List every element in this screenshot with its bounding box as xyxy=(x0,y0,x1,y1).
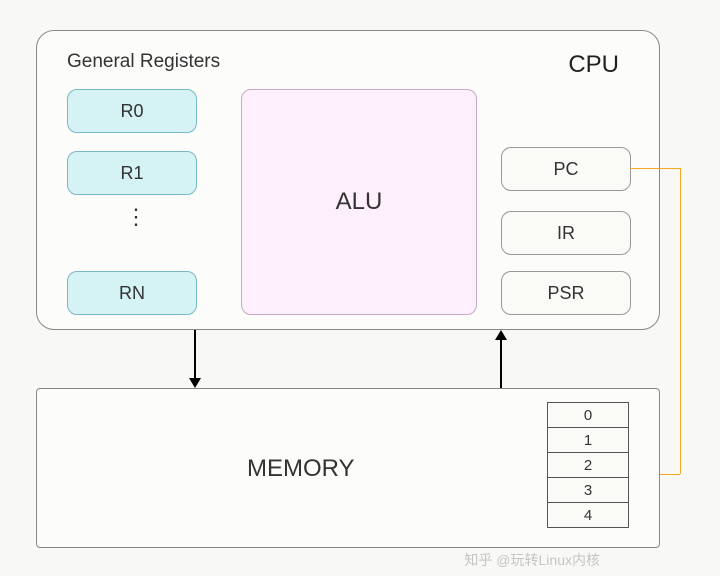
memory-cell: 2 xyxy=(547,452,629,478)
arrow-memory-to-cpu xyxy=(500,338,502,388)
psr-register: PSR xyxy=(501,271,631,315)
memory-cell: 0 xyxy=(547,402,629,428)
watermark-text: 知乎 @玩转Linux内核 xyxy=(464,550,600,570)
memory-cell: 1 xyxy=(547,427,629,453)
memory-cells-table: 0 1 2 3 4 xyxy=(547,403,629,528)
alu-block: ALU xyxy=(241,89,477,315)
cpu-container: General Registers CPU R0 R1 ⋮ RN ALU PC … xyxy=(36,30,660,330)
register-rn: RN xyxy=(67,271,197,315)
arrow-up-head-icon xyxy=(495,330,507,340)
register-r1: R1 xyxy=(67,151,197,195)
pc-pointer-line-h1 xyxy=(630,168,680,169)
memory-label: MEMORY xyxy=(247,455,355,483)
ir-register: IR xyxy=(501,211,631,255)
memory-cell: 4 xyxy=(547,502,629,528)
register-r0: R0 xyxy=(67,89,197,133)
memory-container: MEMORY 0 1 2 3 4 xyxy=(36,388,660,548)
ellipsis-icon: ⋮ xyxy=(125,211,149,222)
arrow-down-head-icon xyxy=(189,378,201,388)
memory-cell: 3 xyxy=(547,477,629,503)
pc-pointer-line-v xyxy=(680,168,681,474)
general-registers-title: General Registers xyxy=(67,51,220,73)
pc-register: PC xyxy=(501,147,631,191)
cpu-label: CPU xyxy=(568,51,619,79)
arrow-cpu-to-memory xyxy=(194,330,196,380)
